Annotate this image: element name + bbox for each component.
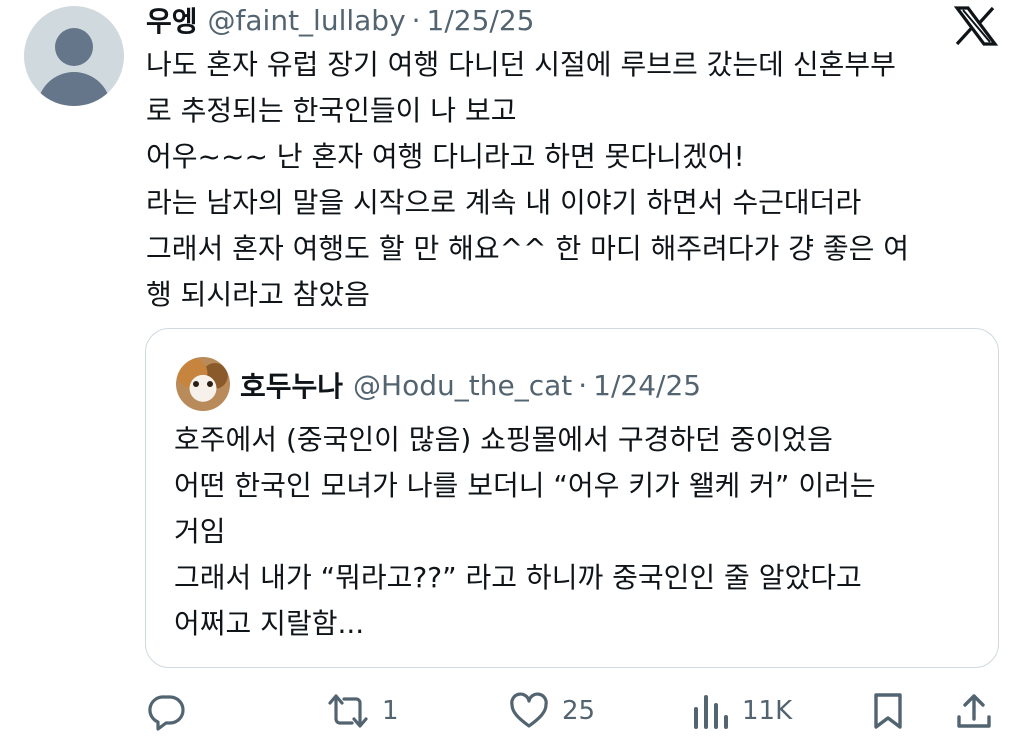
tweet-line: 어우~~~ 난 혼자 여행 다니라고 하면 못다니겠어! bbox=[146, 140, 745, 173]
tweet-line: 로 추정되는 한국인들이 나 보고 bbox=[146, 94, 517, 127]
like-count: 25 bbox=[562, 696, 596, 726]
cat-eye bbox=[207, 381, 213, 387]
quoted-tweet[interactable]: 호두누나 @Hodu_the_cat · 1/24/25 호주에서 (중국인이 … bbox=[145, 328, 999, 668]
quoted-line: 호주에서 (중국인이 많음) 쇼핑몰에서 구경하던 중이었음 bbox=[174, 423, 833, 456]
bookmark-button[interactable] bbox=[868, 686, 908, 736]
tweet-text: 나도 혼자 유럽 장기 여행 다니던 시절에 루브르 갔는데 신혼부부 로 추정… bbox=[146, 42, 996, 318]
quoted-author-handle[interactable]: @Hodu_the_cat bbox=[353, 369, 572, 402]
quoted-author-name[interactable]: 호두누나 bbox=[240, 365, 343, 405]
reply-button[interactable] bbox=[146, 686, 198, 736]
x-logo-icon[interactable] bbox=[954, 6, 998, 46]
tweet-line: 행 되시라고 참았음 bbox=[146, 278, 370, 311]
share-button[interactable] bbox=[954, 686, 994, 736]
tweet-line: 나도 혼자 유럽 장기 여행 다니던 시절에 루브르 갔는데 신혼부부 bbox=[146, 48, 896, 81]
quoted-line: 어쩌고 지랄함... bbox=[174, 607, 365, 640]
tweet-header: 우엥 @faint_lullaby · 1/25/25 bbox=[146, 0, 535, 40]
like-button[interactable]: 25 bbox=[508, 686, 595, 736]
avatar-body bbox=[37, 72, 111, 106]
bookmark-icon bbox=[874, 693, 902, 729]
cat-eye bbox=[193, 381, 199, 387]
meta-separator: · bbox=[411, 3, 421, 37]
heart-icon bbox=[510, 692, 548, 728]
views-count: 11K bbox=[742, 696, 793, 726]
views-button[interactable]: 11K bbox=[690, 686, 792, 736]
repost-icon bbox=[328, 694, 368, 728]
quoted-text: 호주에서 (중국인이 많음) 쇼핑몰에서 구경하던 중이었음 어떤 한국인 모녀… bbox=[174, 417, 974, 647]
quoted-line: 거임 bbox=[174, 515, 226, 548]
quoted-author-avatar[interactable] bbox=[176, 357, 230, 411]
author-avatar[interactable] bbox=[24, 6, 124, 106]
avatar-head bbox=[55, 28, 93, 66]
author-handle[interactable]: @faint_lullaby bbox=[208, 4, 406, 37]
quoted-line: 어떤 한국인 모녀가 나를 보더니 “어우 키가 왤케 커” 이러는 bbox=[174, 469, 876, 502]
repost-button[interactable]: 1 bbox=[326, 686, 399, 736]
meta-separator: · bbox=[578, 368, 588, 402]
views-icon bbox=[694, 695, 728, 729]
tweet-line: 라는 남자의 말을 시작으로 계속 내 이야기 하면서 수근대더라 bbox=[146, 186, 862, 219]
quoted-header: 호두누나 @Hodu_the_cat · 1/24/25 bbox=[240, 365, 701, 405]
reply-icon bbox=[148, 695, 185, 731]
author-name[interactable]: 우엥 bbox=[146, 0, 198, 40]
tweet-date[interactable]: 1/25/25 bbox=[427, 4, 535, 37]
action-bar: 1 25 11K bbox=[0, 686, 1024, 736]
tweet-line: 그래서 혼자 여행도 할 만 해요^^ 한 마디 해주려다가 걍 좋은 여 bbox=[146, 232, 910, 265]
quoted-line: 그래서 내가 “뭐라고??” 라고 하니까 중국인인 줄 알았다고 bbox=[174, 561, 862, 594]
quoted-date[interactable]: 1/24/25 bbox=[593, 369, 701, 402]
share-icon bbox=[957, 694, 991, 728]
repost-count: 1 bbox=[382, 696, 399, 726]
